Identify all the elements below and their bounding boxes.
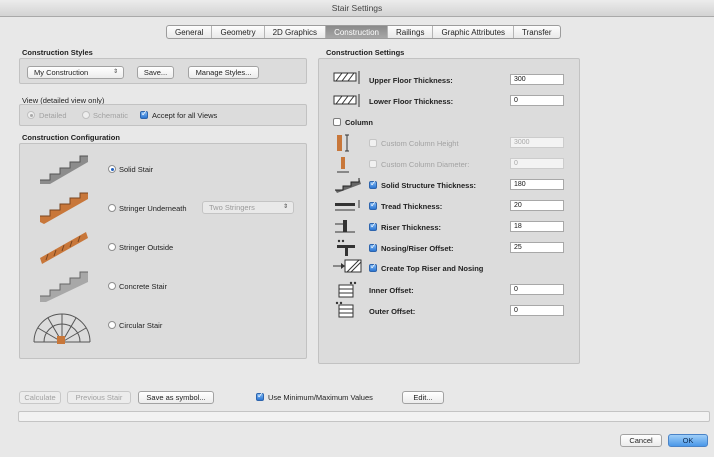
use-minmax-label: Use Minimum/Maximum Values [268,393,373,402]
ok-button[interactable]: OK [668,434,708,447]
top-riser-icon [333,259,362,273]
riser-thickness-field[interactable]: 18 [510,221,564,232]
tab-transfer[interactable]: Transfer [514,26,560,38]
manage-styles-button[interactable]: Manage Styles... [188,66,259,79]
stringer-underneath-label: Stringer Underneath [119,204,187,213]
tab-construction[interactable]: Construction [326,26,388,38]
inner-offset-field[interactable]: 0 [510,284,564,295]
stringer-outside-label: Stringer Outside [119,243,174,252]
concrete-stair-icon [40,271,88,302]
schematic-label: Schematic [93,111,129,120]
circular-stair-icon [33,313,91,344]
popup-arrows-icon: ⇕ [112,69,118,75]
riser-thickness-icon [335,220,355,233]
riser-thickness-label: Riser Thickness: [381,223,442,232]
schematic-radio[interactable] [82,111,90,119]
tab-railings[interactable]: Railings [388,26,434,38]
stringer-underneath-icon [40,192,88,224]
tread-thickness-checkbox[interactable] [369,200,377,210]
custom-column-height-label: Custom Column Height [381,139,459,148]
outer-offset-icon [335,301,354,318]
concrete-stair-label: Concrete Stair [119,282,167,291]
progress-bar [18,411,710,422]
nosing-offset-checkbox[interactable] [369,242,377,252]
tread-thickness-field[interactable]: 20 [510,200,564,211]
view-panel: Detailed Schematic Accept for all Views [19,104,307,126]
detailed-label: Detailed [39,111,67,120]
accept-all-views-checkbox[interactable] [140,109,148,119]
tab-geometry[interactable]: Geometry [212,26,265,38]
top-riser-checkbox[interactable] [369,262,377,272]
custom-column-height-checkbox[interactable] [369,139,377,147]
stringer-count-value: Two Stringers [209,203,255,212]
use-minmax-checkbox[interactable] [256,391,264,401]
previous-stair-button[interactable]: Previous Stair [67,391,131,404]
top-riser-label: Create Top Riser and Nosing [381,264,484,273]
custom-column-diameter-label: Custom Column Diameter: [381,160,470,169]
nosing-offset-label: Nosing/Riser Offset: [381,244,454,253]
configuration-panel: Solid Stair Stringer Underneath Two Stri… [19,143,307,359]
custom-column-diameter-checkbox[interactable] [369,160,377,168]
lower-floor-icon [333,94,360,107]
construction-settings-title: Construction Settings [326,48,405,57]
accept-all-views-label: Accept for all Views [152,111,218,120]
tread-thickness-label: Tread Thickness: [381,202,443,211]
solid-stair-radio[interactable] [108,165,116,173]
concrete-stair-radio[interactable] [108,282,116,290]
construction-style-value: My Construction [34,68,89,77]
solid-structure-label: Solid Structure Thickness: [381,181,477,190]
detailed-radio[interactable] [27,111,35,119]
nosing-offset-icon [337,239,355,256]
circular-stair-label: Circular Stair [119,321,163,330]
lower-floor-field[interactable]: 0 [510,95,564,106]
nosing-offset-field[interactable]: 25 [510,242,564,253]
tab-general[interactable]: General [167,26,213,38]
construction-styles-panel: My Construction ⇕ Save... Manage Styles.… [19,58,307,84]
solid-structure-icon [335,178,361,193]
lower-floor-label: Lower Floor Thickness: [369,97,454,106]
construction-styles-title: Construction Styles [22,48,93,57]
stringer-count-popup[interactable]: Two Stringers ⇕ [202,201,294,214]
solid-structure-checkbox[interactable] [369,179,377,189]
solid-structure-field[interactable]: 180 [510,179,564,190]
upper-floor-icon [333,71,360,84]
tab-graphic-attributes[interactable]: Graphic Attributes [433,26,515,38]
circular-stair-radio[interactable] [108,321,116,329]
tab-bar: General Geometry 2D Graphics Constructio… [166,25,561,39]
outer-offset-label: Outer Offset: [369,307,416,316]
upper-floor-label: Upper Floor Thickness: [369,76,453,85]
tab-2d-graphics[interactable]: 2D Graphics [265,26,327,38]
popup-arrows-icon: ⇕ [282,204,288,210]
calculate-button[interactable]: Calculate [19,391,61,404]
construction-settings-panel: Upper Floor Thickness: 300 Lower Floor T… [318,58,580,364]
custom-column-diameter-field[interactable]: 0 [510,158,564,169]
stringer-outside-icon [40,232,88,264]
window-title: Stair Settings [331,3,383,13]
upper-floor-field[interactable]: 300 [510,74,564,85]
construction-style-popup[interactable]: My Construction ⇕ [27,66,124,79]
outer-offset-field[interactable]: 0 [510,305,564,316]
column-checkbox[interactable] [333,118,341,126]
riser-thickness-checkbox[interactable] [369,221,377,231]
edit-minmax-button[interactable]: Edit... [402,391,444,404]
configuration-title: Construction Configuration [22,133,120,142]
column-label: Column [345,118,373,127]
save-as-symbol-button[interactable]: Save as symbol... [138,391,214,404]
tread-thickness-icon [335,200,360,211]
column-height-icon [337,134,349,152]
custom-column-height-field[interactable]: 3000 [510,137,564,148]
column-diameter-icon [337,157,349,173]
solid-stair-icon [40,155,88,184]
window-titlebar: Stair Settings [0,0,714,17]
stringer-outside-radio[interactable] [108,243,116,251]
save-style-button[interactable]: Save... [137,66,174,79]
inner-offset-icon [338,281,357,298]
solid-stair-label: Solid Stair [119,165,154,174]
inner-offset-label: Inner Offset: [369,286,414,295]
cancel-button[interactable]: Cancel [620,434,662,447]
stringer-underneath-radio[interactable] [108,204,116,212]
